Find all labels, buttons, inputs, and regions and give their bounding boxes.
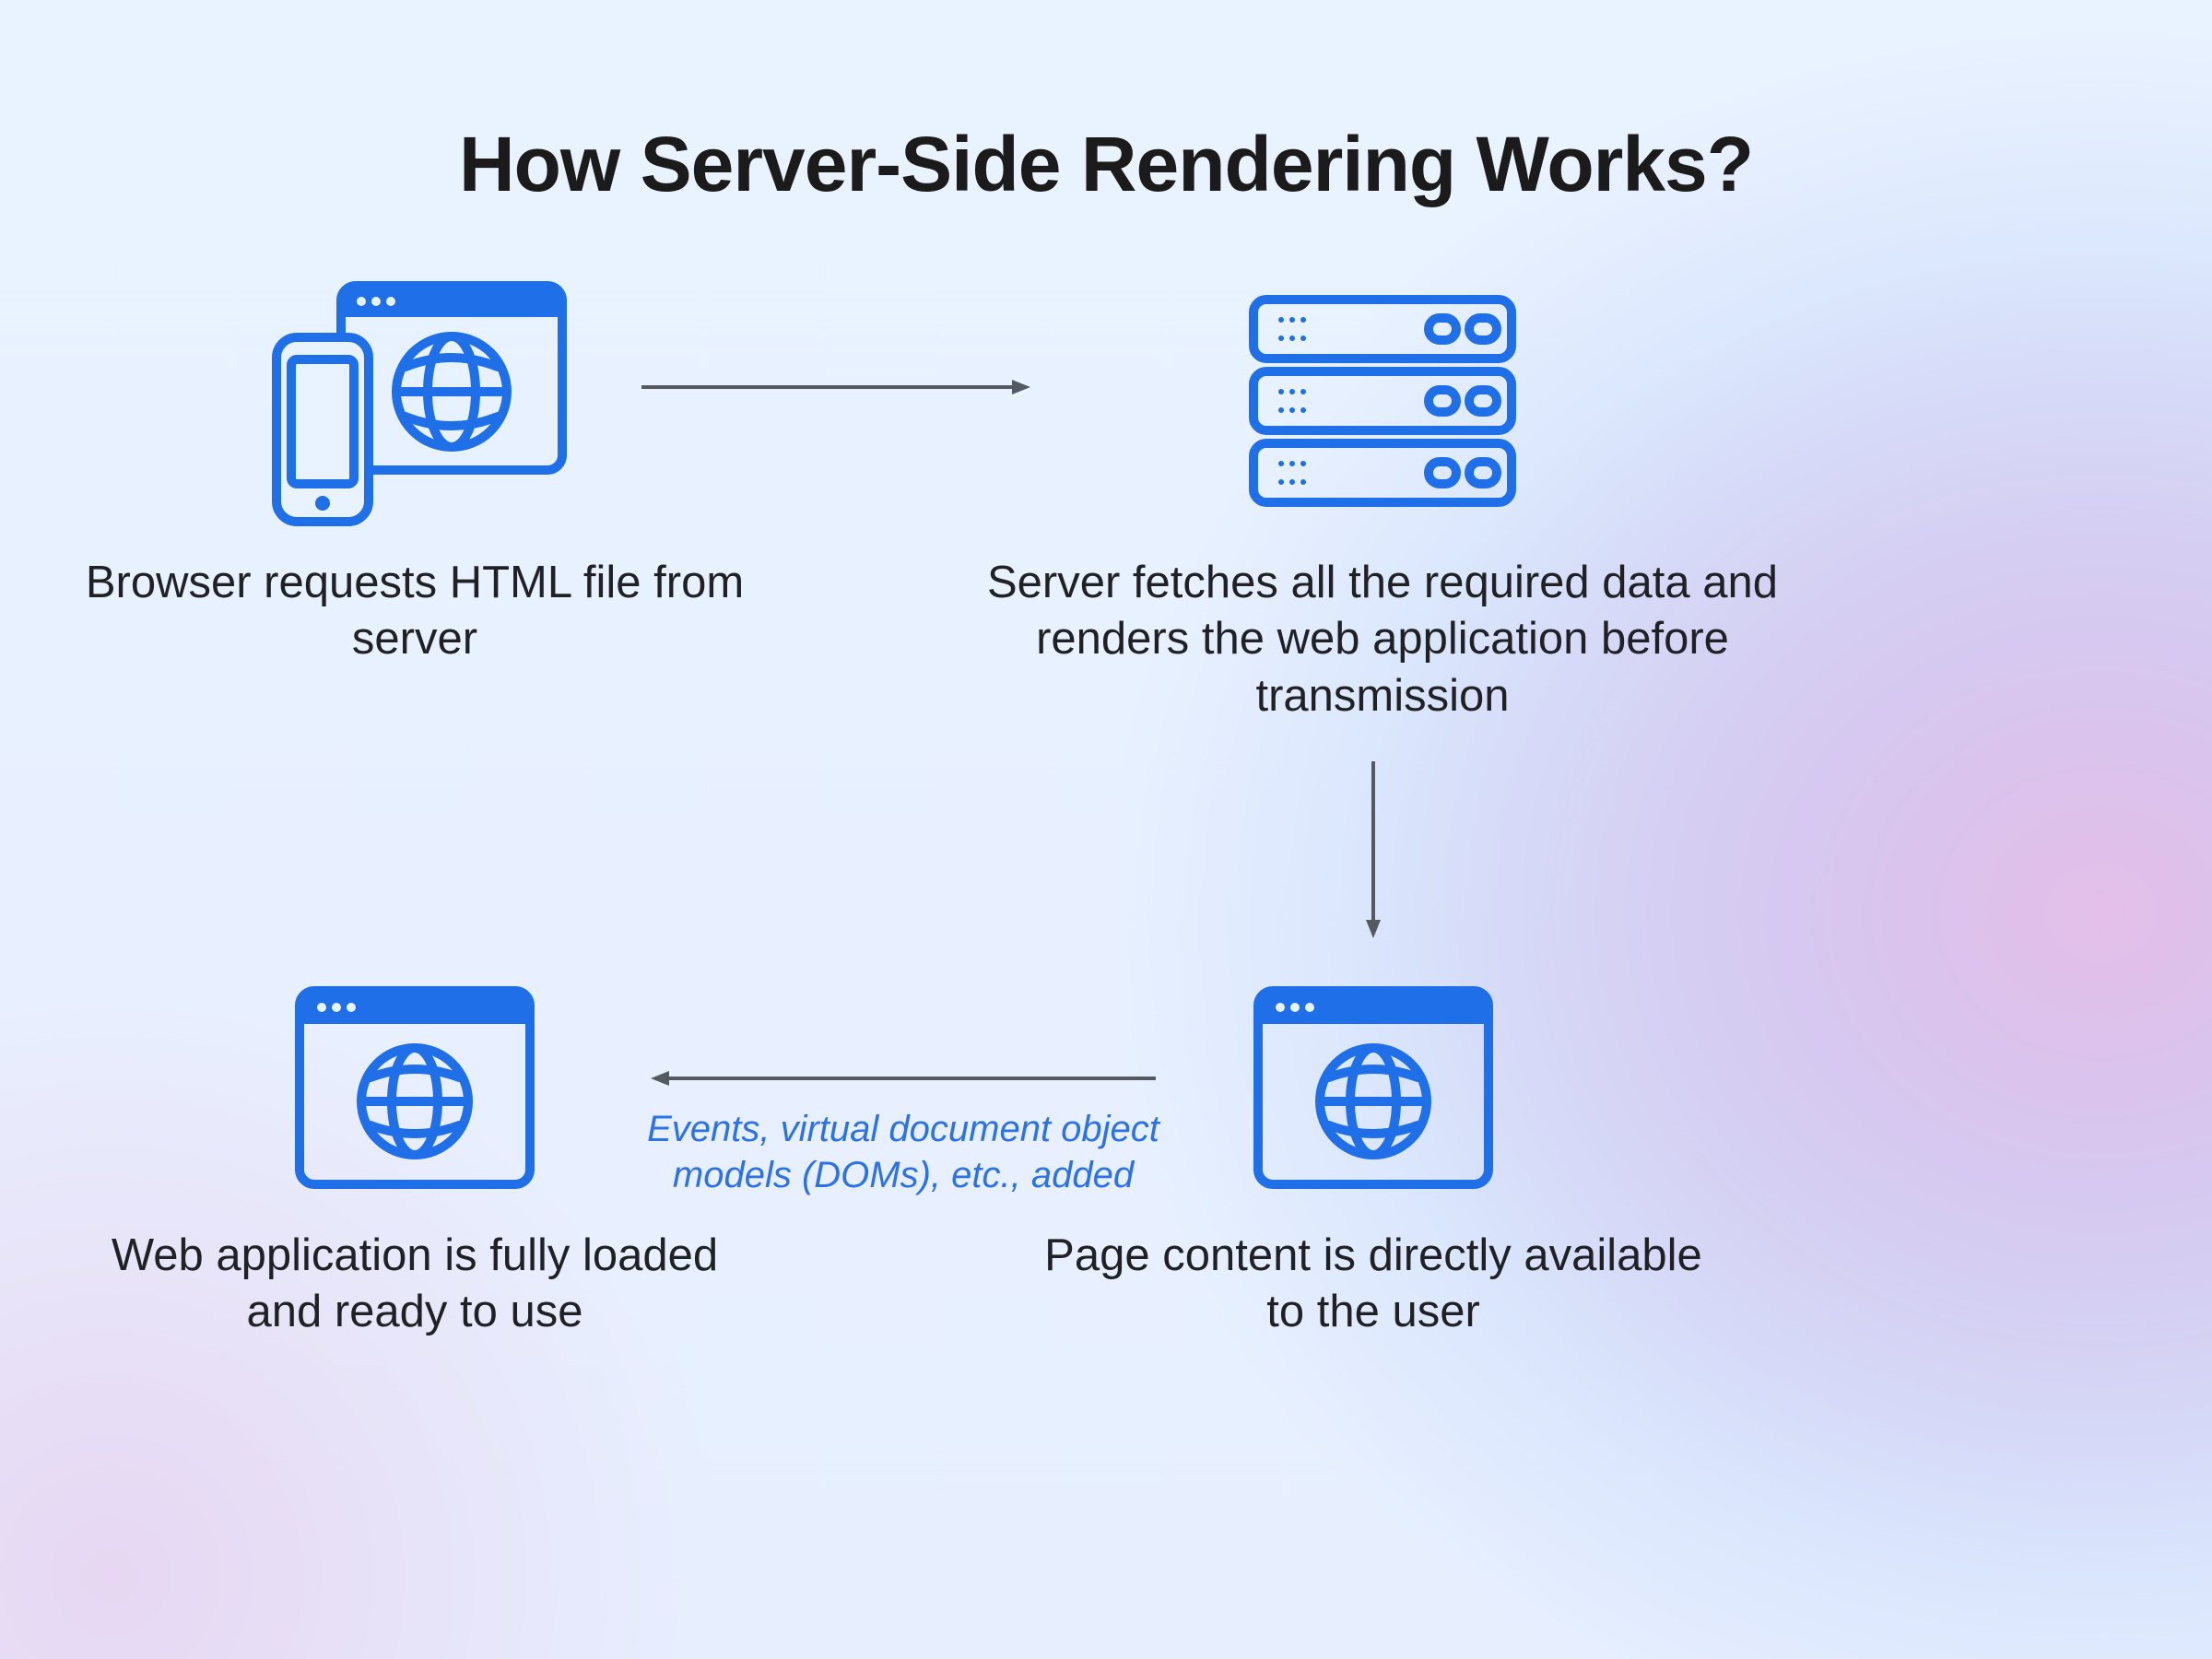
- server-stack-icon: [1244, 267, 1521, 544]
- node-step4-caption: Web application is fully loaded and read…: [83, 1228, 747, 1341]
- browser-phone-globe-icon: [258, 267, 571, 544]
- browser-globe-icon: [1249, 959, 1498, 1217]
- node-step3-caption: Page content is directly available to th…: [1041, 1228, 1705, 1341]
- node-step2: Server fetches all the required data and…: [968, 267, 1797, 724]
- arrow-step2-step3: [1355, 756, 1392, 940]
- node-step1-caption: Browser requests HTML file from server: [83, 555, 747, 668]
- node-step2-caption: Server fetches all the required data and…: [968, 555, 1797, 724]
- node-step4: Web application is fully loaded and read…: [83, 959, 747, 1341]
- node-step1: Browser requests HTML file from server: [83, 267, 747, 668]
- browser-globe-icon: [290, 959, 539, 1217]
- diagram-title: How Server-Side Rendering Works?: [0, 120, 2212, 209]
